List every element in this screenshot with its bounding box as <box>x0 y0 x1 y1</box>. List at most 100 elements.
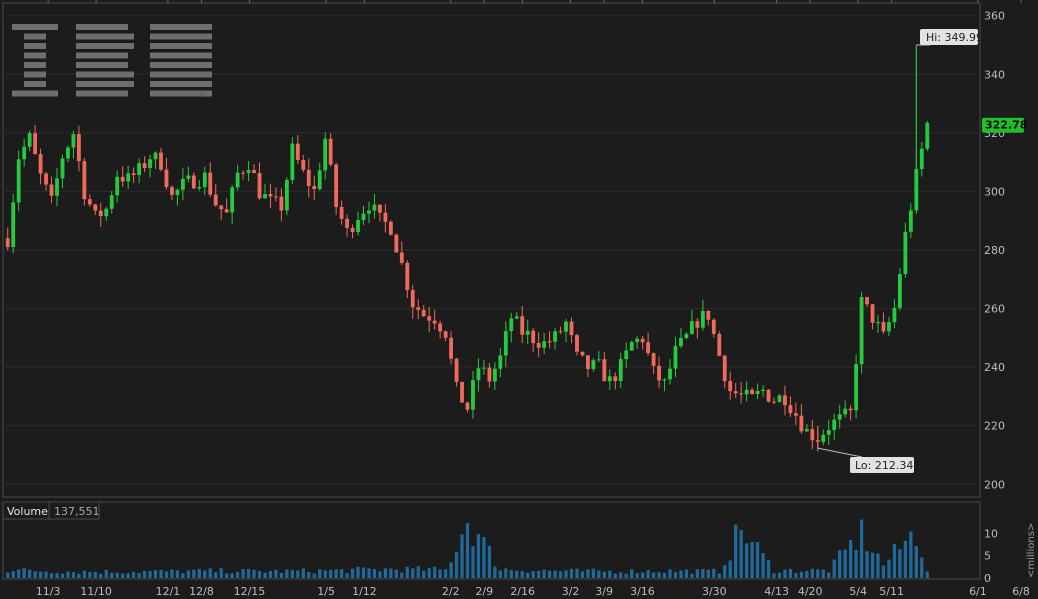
volume-bar <box>859 519 864 578</box>
volume-bar <box>71 572 76 578</box>
candle <box>11 193 16 254</box>
volume-bar <box>274 569 278 578</box>
volume-bar <box>38 571 43 578</box>
volume-bar <box>690 573 694 578</box>
date-tick-label: 2/2 <box>442 585 460 598</box>
volume-bar <box>93 571 97 578</box>
volume-bar <box>745 543 749 578</box>
date-tick-label: 5/4 <box>849 585 867 598</box>
candle <box>897 268 902 311</box>
volume-bar <box>783 569 787 578</box>
low-label: Lo: 212.34 <box>855 459 913 472</box>
registered-mark: ® <box>198 90 206 99</box>
volume-bar <box>881 565 886 578</box>
volume-header: Volume 137,551 <box>2 501 100 520</box>
volume-bar <box>673 572 678 578</box>
logo-stripe <box>24 43 46 49</box>
logo-stripe <box>76 90 128 97</box>
volume-bar <box>865 551 869 578</box>
volume-bar <box>443 569 448 578</box>
volume-bar <box>755 542 760 578</box>
price-tick-label: 280 <box>984 244 1005 257</box>
volume-bar <box>608 570 612 578</box>
logo-stripe <box>76 52 128 59</box>
last-price-badge: 322.78 <box>982 117 1027 133</box>
volume-tick-label: 5 <box>984 550 991 563</box>
volume-bar <box>591 568 596 578</box>
date-tick-label: 4/20 <box>798 585 823 598</box>
date-tick-label: 6/1 <box>969 585 987 598</box>
date-tick-label: 1/12 <box>352 585 377 598</box>
price-tick-label: 340 <box>984 68 1005 81</box>
price-tick-label: 240 <box>984 361 1005 374</box>
volume-bar <box>268 571 273 578</box>
date-tick-label: 11/3 <box>36 585 61 598</box>
volume-bar <box>148 571 152 578</box>
volume-bar <box>142 570 147 578</box>
volume-bar <box>684 569 689 578</box>
volume-bar <box>925 571 929 578</box>
volume-bar <box>400 572 404 578</box>
logo-stripe <box>24 33 46 40</box>
volume-bar <box>619 572 623 578</box>
logo-stripe <box>76 62 128 68</box>
volume-bar <box>504 568 508 578</box>
volume-bar <box>920 557 924 578</box>
logo-stripe <box>150 24 212 30</box>
logo-stripe <box>76 71 134 78</box>
volume-bar <box>717 573 721 578</box>
volume-bar <box>257 570 262 578</box>
volume-bar <box>734 524 738 578</box>
date-tick-label: 12/1 <box>156 585 181 598</box>
volume-bar <box>553 570 557 578</box>
logo-stripe <box>76 24 128 30</box>
volume-bar <box>799 571 804 578</box>
volume-bar <box>307 571 311 578</box>
volume-bar <box>192 569 196 578</box>
volume-bar <box>772 573 776 578</box>
volume-bar <box>285 569 289 578</box>
volume-bar <box>515 570 519 578</box>
volume-bar <box>794 572 798 578</box>
volume-bar <box>624 573 628 578</box>
volume-bar <box>60 573 65 578</box>
svg-text:322.78: 322.78 <box>985 119 1027 132</box>
volume-bar <box>679 570 683 578</box>
volume-bar <box>55 573 59 578</box>
logo-stripe <box>150 52 212 59</box>
volume-bar <box>651 572 656 578</box>
volume-bar <box>115 572 119 578</box>
candle <box>460 381 464 403</box>
volume-bar <box>208 568 212 578</box>
volume-bar <box>832 559 836 578</box>
volume-bar <box>329 569 333 578</box>
volume-bar <box>279 572 284 578</box>
volume-bar <box>137 573 141 578</box>
candle <box>394 233 399 253</box>
date-tick-label: 12/8 <box>189 585 214 598</box>
high-callout: Hi: 349.99 <box>916 29 983 46</box>
candle <box>629 340 634 352</box>
volume-bar <box>383 568 388 578</box>
volume-bar <box>339 569 344 578</box>
volume-bar <box>454 551 459 578</box>
volume-bar <box>701 568 705 578</box>
volume-bar <box>695 569 700 578</box>
volume-bar <box>416 566 420 578</box>
volume-bar <box>394 569 398 578</box>
volume-bar <box>422 570 426 578</box>
volume-bar <box>77 573 81 578</box>
volume-bar <box>838 550 842 578</box>
volume-bar <box>312 573 316 578</box>
volume-tick-label: 10 <box>984 527 998 540</box>
date-tick-label: 1/5 <box>317 585 335 598</box>
candle <box>925 120 930 152</box>
volume-bar <box>854 550 858 578</box>
volume-bar <box>186 570 190 578</box>
volume-bar <box>805 570 809 578</box>
volume-bar <box>892 543 897 578</box>
date-tick-label: 3/2 <box>562 585 580 598</box>
logo-stripe <box>12 90 58 97</box>
logo-stripe <box>150 43 212 49</box>
logo-stripe <box>12 24 58 30</box>
